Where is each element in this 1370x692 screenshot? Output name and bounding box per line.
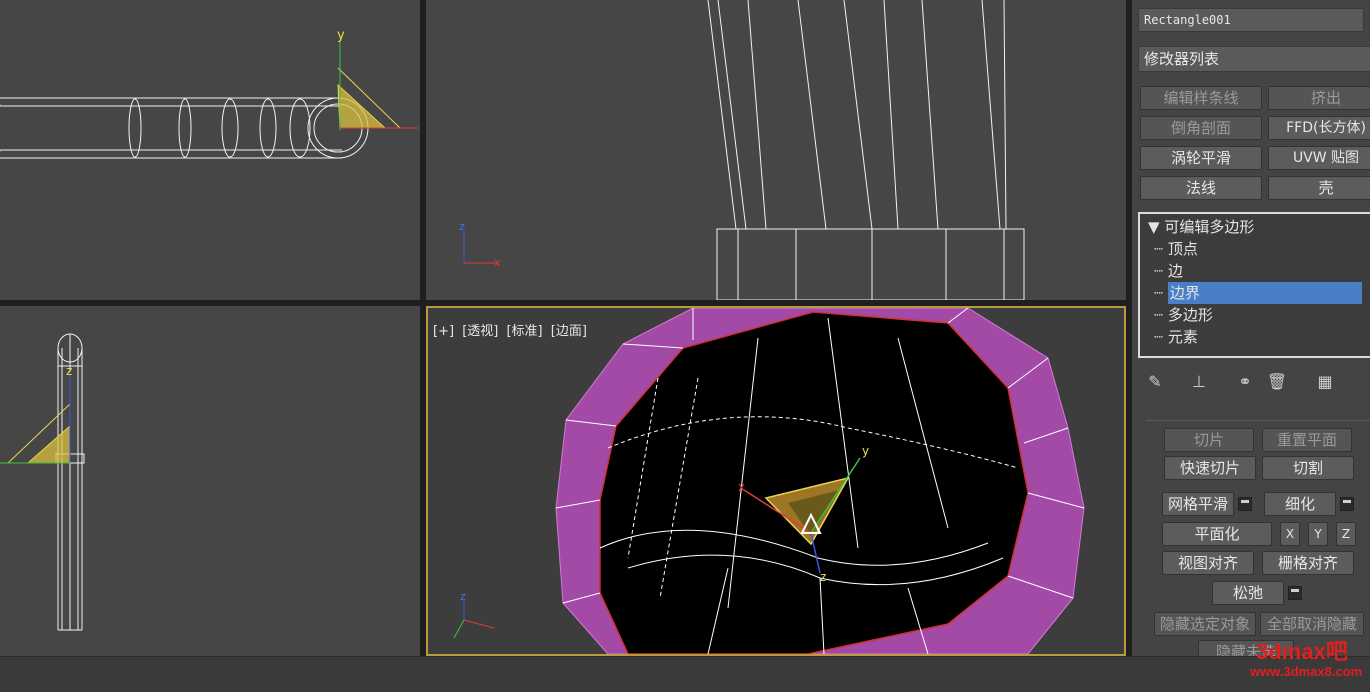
viewport-menu-plus[interactable]: [+] <box>433 324 454 339</box>
cut-button[interactable]: 切割 <box>1262 456 1354 480</box>
slice-button[interactable]: 切片 <box>1164 428 1254 452</box>
modifier-button-extrude[interactable]: 挤出 <box>1268 86 1370 110</box>
make-planar-button[interactable]: 平面化 <box>1162 522 1272 546</box>
reset-plane-button[interactable]: 重置平面 <box>1262 428 1352 452</box>
tessellate-settings-icon[interactable] <box>1340 497 1354 511</box>
stack-item-vertex[interactable]: ┈ 顶点 <box>1154 238 1370 260</box>
top-gizmo[interactable] <box>337 40 418 130</box>
stack-item-border[interactable]: ┈ 边界 <box>1154 282 1370 304</box>
front-axis-x-label: x <box>494 256 501 269</box>
stack-item-edge[interactable]: ┈ 边 <box>1154 260 1370 282</box>
meshsmooth-button[interactable]: 网格平滑 <box>1162 492 1234 516</box>
make-unique-icon[interactable]: ⚭ <box>1234 370 1256 394</box>
planar-x-button[interactable]: X <box>1280 522 1300 546</box>
stack-root-editable-poly[interactable]: ▼ 可编辑多边形 <box>1148 216 1254 238</box>
show-end-result-icon[interactable]: ⊥ <box>1188 370 1210 394</box>
front-axis-tripod <box>463 230 498 264</box>
watermark-url: www.3dmax8.com <box>1250 664 1363 679</box>
stack-item-element[interactable]: ┈ 元素 <box>1154 326 1370 348</box>
viewport-left[interactable]: z <box>0 306 420 656</box>
modifier-button-uvw-map[interactable]: UVW 贴图 <box>1268 146 1370 170</box>
viewport-menu-shading[interactable]: [标准] <box>506 324 542 339</box>
pin-stack-icon[interactable]: ✎ <box>1144 370 1166 394</box>
modifier-list-dropdown[interactable]: 修改器列表 <box>1138 46 1370 72</box>
modifier-button-edit-spline[interactable]: 编辑样条线 <box>1140 86 1262 110</box>
relax-settings-icon[interactable] <box>1288 586 1302 600</box>
viewport-menu-view[interactable]: [透视] <box>462 324 498 339</box>
configure-modifier-sets-icon[interactable]: ▦ <box>1314 370 1336 394</box>
viewport-menu-mode[interactable]: [边面] <box>551 324 587 339</box>
planar-y-button[interactable]: Y <box>1308 522 1328 546</box>
unhide-all-button[interactable]: 全部取消隐藏 <box>1260 612 1364 636</box>
quick-slice-button[interactable]: 快速切片 <box>1164 456 1256 480</box>
modifier-button-bevel-profile[interactable]: 倒角剖面 <box>1140 116 1262 140</box>
tessellate-button[interactable]: 细化 <box>1264 492 1336 516</box>
left-gizmo[interactable] <box>0 372 71 464</box>
left-view-wireframe <box>0 333 85 631</box>
persp-gizmo-y-label: y <box>862 444 870 458</box>
persp-gizmo-x-label: x <box>738 480 746 494</box>
relax-button[interactable]: 松弛 <box>1212 581 1284 605</box>
planar-z-button[interactable]: Z <box>1336 522 1356 546</box>
persp-axis-z-label: z <box>460 590 466 603</box>
collapse-triangle-icon[interactable]: ▼ <box>1148 218 1164 236</box>
front-view-wireframe <box>463 0 1025 300</box>
perspective-mesh <box>453 308 1085 654</box>
viewport-top[interactable]: y <box>0 0 420 300</box>
command-panel: Rectangle001 修改器列表 编辑样条线 挤出 倒角剖面 FFD(长方体… <box>1132 0 1370 656</box>
viewport-label[interactable]: [+] [透视] [标准] [边面] <box>433 320 591 339</box>
status-bar <box>0 656 1370 692</box>
perspective-axis-tripod <box>453 600 495 639</box>
modifier-button-ffd-box[interactable]: FFD(长方体) <box>1268 116 1370 140</box>
viewport-perspective[interactable]: [+] [透视] [标准] [边面] x y z z <box>426 306 1126 656</box>
object-name-field[interactable]: Rectangle001 <box>1138 8 1364 32</box>
watermark-brand: 3dmax吧 <box>1256 639 1348 664</box>
top-view-wireframe <box>0 40 418 159</box>
hide-selected-button[interactable]: 隐藏选定对象 <box>1154 612 1256 636</box>
view-align-button[interactable]: 视图对齐 <box>1162 551 1254 575</box>
modifier-button-normal[interactable]: 法线 <box>1140 176 1262 200</box>
left-axis-z-label: z <box>66 364 73 378</box>
meshsmooth-settings-icon[interactable] <box>1238 497 1252 511</box>
modifier-button-shell[interactable]: 壳 <box>1268 176 1370 200</box>
modifier-stack: ▼ 可编辑多边形 ┈ 顶点 ┈ 边 ┈ 边界 ┈ 多边形 ┈ 元素 <box>1138 212 1370 358</box>
front-axis-z-label: z <box>459 220 465 233</box>
panel-divider <box>1146 420 1370 421</box>
grid-align-button[interactable]: 栅格对齐 <box>1262 551 1354 575</box>
persp-gizmo-z-label: z <box>820 570 827 584</box>
viewport-front[interactable]: z x <box>426 0 1126 300</box>
modifier-button-turbosmooth[interactable]: 涡轮平滑 <box>1140 146 1262 170</box>
remove-modifier-icon[interactable]: 🗑 <box>1266 370 1288 394</box>
stack-item-polygon[interactable]: ┈ 多边形 <box>1154 304 1370 326</box>
top-axis-y-label: y <box>337 28 345 43</box>
